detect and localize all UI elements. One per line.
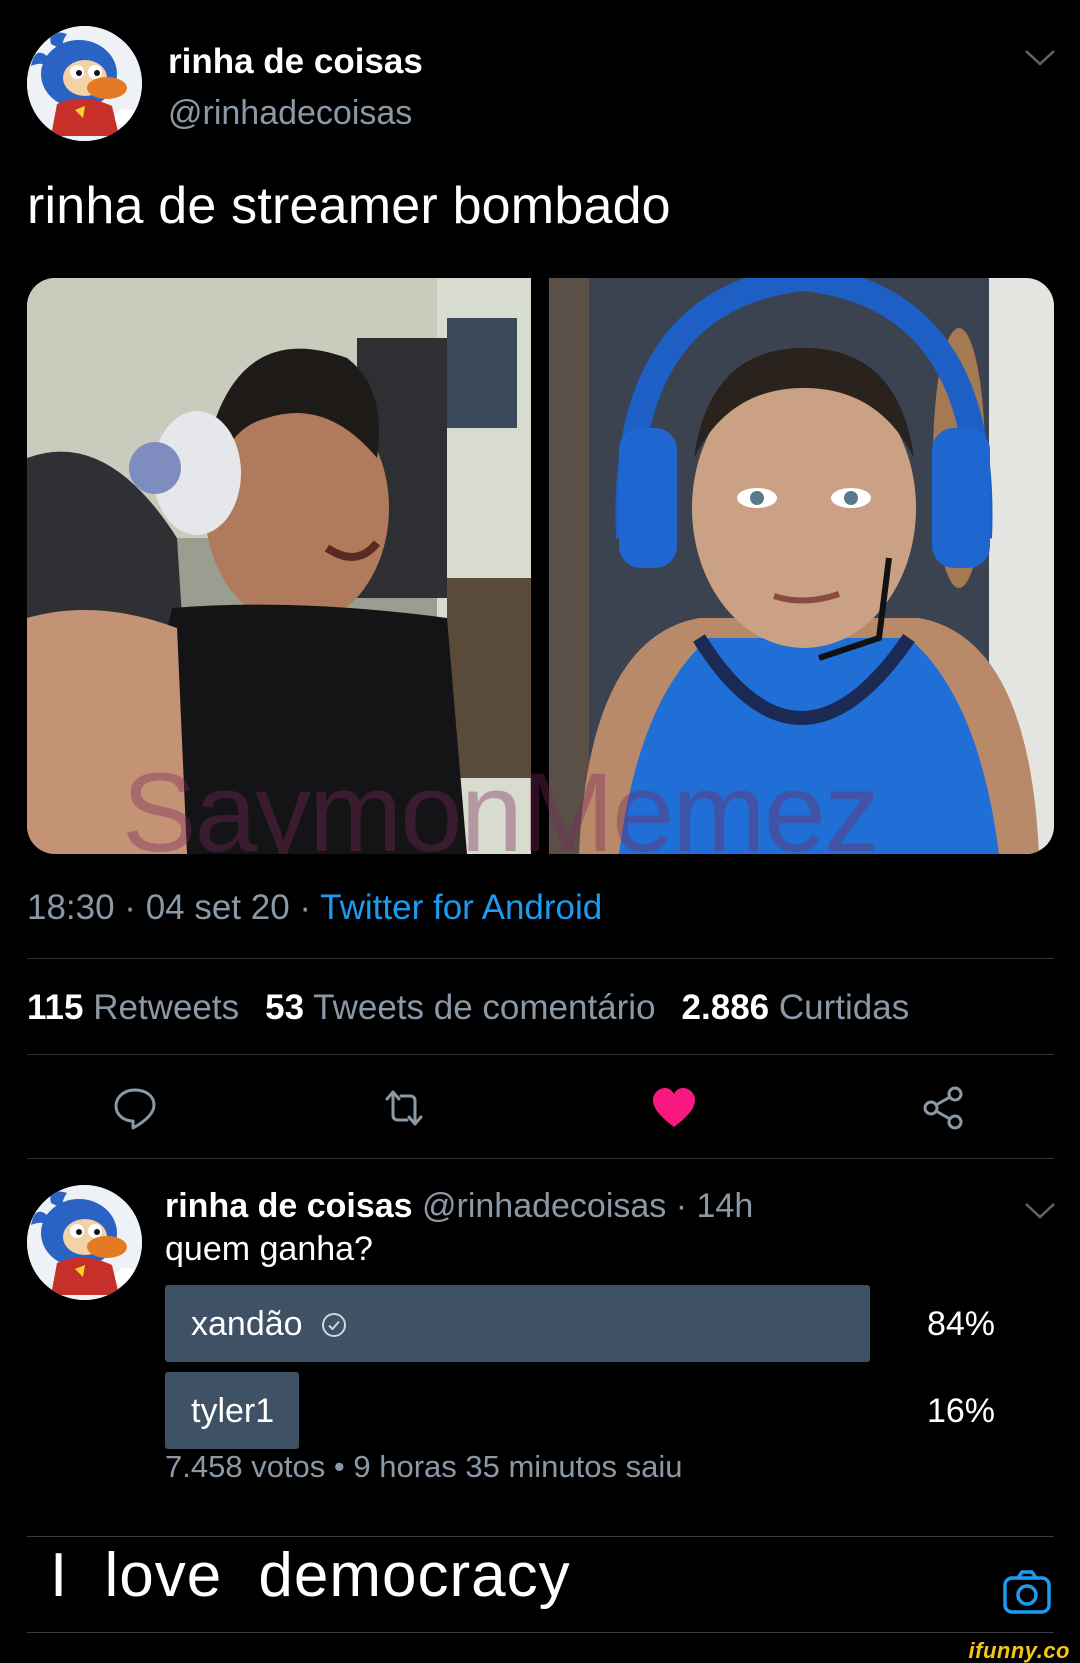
camera-icon[interactable] (1003, 1570, 1051, 1614)
poll-tweet-header: rinha de coisas @rinhadecoisas · 14h (165, 1187, 753, 1226)
divider (27, 1632, 1054, 1633)
likes-count: 2.886 (681, 988, 770, 1027)
poll-option-label: xandão (191, 1305, 303, 1343)
divider (27, 1158, 1054, 1159)
retweets-label: Retweets (93, 988, 240, 1027)
timestamp[interactable]: 18:30 · 04 set 20 · (27, 888, 320, 927)
watermark: SaymonMemez (122, 750, 880, 854)
divider (27, 1536, 1054, 1537)
handle[interactable]: @rinhadecoisas (168, 94, 412, 133)
tweet-text: rinha de streamer bombado (27, 177, 671, 235)
quotes-count: 53 (265, 988, 305, 1027)
poll-info: 7.458 votos • 9 horas 35 minutos saiu (165, 1449, 683, 1484)
tweet-meta: 18:30 · 04 set 20 · Twitter for Android (27, 888, 602, 928)
poll-option-label: tyler1 (191, 1392, 275, 1430)
avatar[interactable] (27, 26, 142, 141)
display-name[interactable]: rinha de coisas (165, 1187, 413, 1225)
chevron-down-icon[interactable] (1023, 48, 1057, 68)
likes-stat[interactable]: 2.886 Curtidas (682, 988, 910, 1027)
poll-option-percent: 16% (926, 1392, 995, 1430)
divider (27, 1054, 1054, 1055)
tweet-header: rinha de coisas @rinhadecoisas (27, 26, 1057, 146)
poll-option: xandão 84% (165, 1285, 1055, 1362)
avatar[interactable] (27, 1185, 142, 1300)
caption: I love democracy (50, 1541, 571, 1610)
check-circle-icon (321, 1312, 347, 1338)
likes-label: Curtidas (778, 988, 910, 1027)
chevron-down-icon[interactable] (1023, 1201, 1057, 1221)
tweet-media[interactable]: SaymonMemez (27, 278, 1054, 854)
divider (27, 958, 1054, 959)
tweet-actions (0, 1085, 1080, 1135)
share-icon[interactable] (921, 1085, 967, 1131)
poll-question: quem ganha? (165, 1230, 373, 1268)
like-icon[interactable] (651, 1085, 697, 1131)
retweet-icon[interactable] (381, 1085, 427, 1131)
display-name[interactable]: rinha de coisas (168, 42, 423, 82)
tweet-stats: 115 Retweets 53 Tweets de comentário 2.886… (27, 988, 909, 1028)
ifunny-logo: ifunny.co (968, 1638, 1070, 1663)
source-link[interactable]: Twitter for Android (320, 888, 602, 927)
handle-time[interactable]: @rinhadecoisas · 14h (413, 1187, 753, 1225)
retweets-stat[interactable]: 115 Retweets (27, 988, 239, 1027)
poll-option-percent: 84% (926, 1305, 995, 1343)
quotes-stat[interactable]: 53 Tweets de comentário (265, 988, 655, 1027)
retweets-count: 115 (27, 988, 84, 1027)
poll-tweet[interactable]: rinha de coisas @rinhadecoisas · 14h que… (27, 1185, 1057, 1505)
quotes-label: Tweets de comentário (313, 988, 656, 1027)
reply-icon[interactable] (112, 1085, 158, 1131)
poll-option: tyler1 16% (165, 1372, 1055, 1449)
